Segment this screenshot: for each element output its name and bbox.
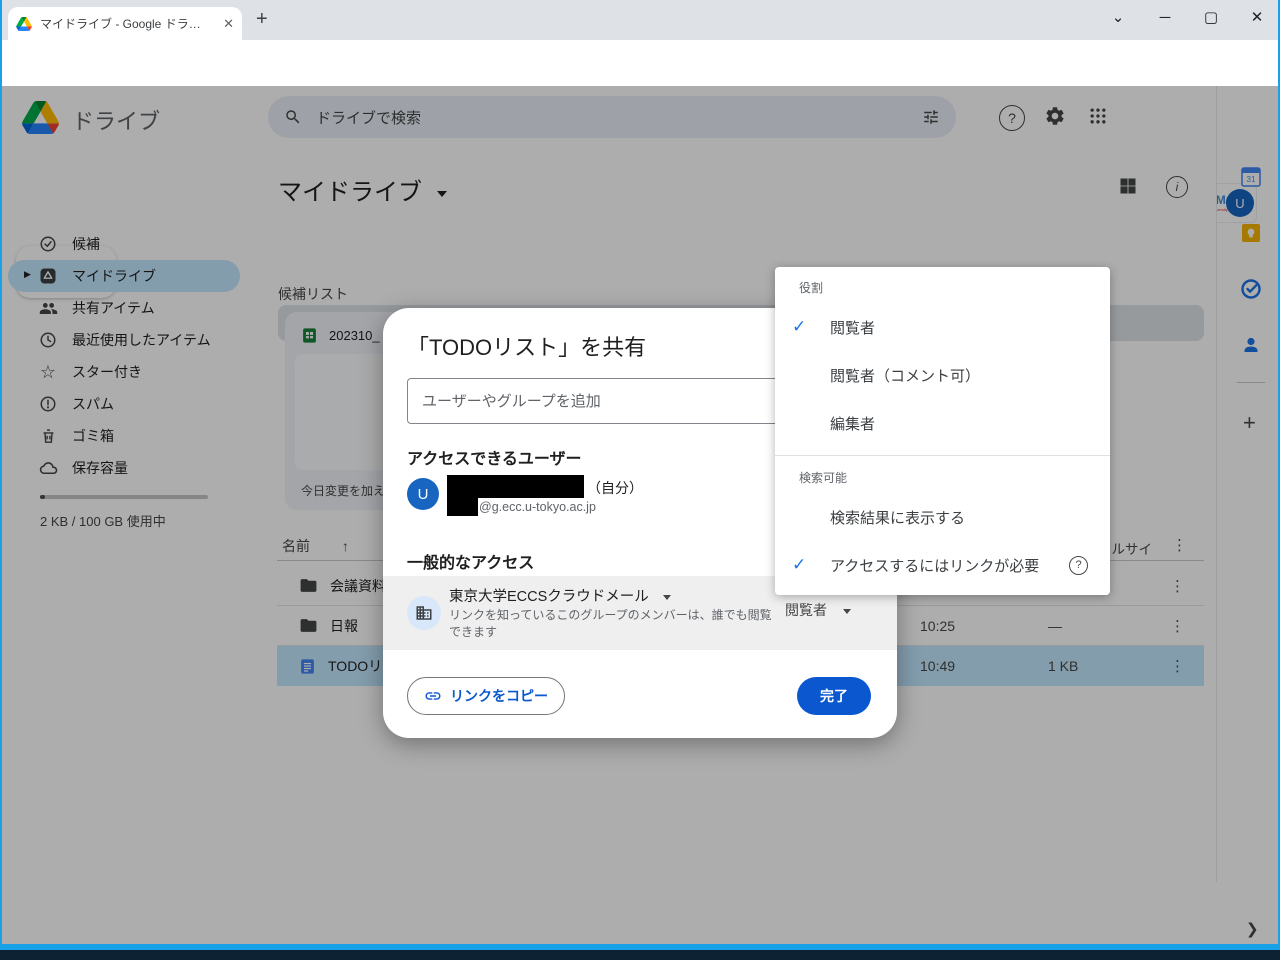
check-icon: ✓ bbox=[792, 317, 812, 337]
tab-close-icon[interactable]: ✕ bbox=[223, 16, 234, 32]
copy-link-button[interactable]: リンクをコピー bbox=[407, 677, 565, 715]
search-section-label: 検索可能 bbox=[799, 469, 847, 486]
role-selector[interactable]: 閲覧者 bbox=[785, 600, 851, 620]
help-icon[interactable]: ? bbox=[1069, 556, 1088, 575]
chevron-down-icon bbox=[843, 609, 851, 614]
role-dropdown-menu: 役割 ✓ 閲覧者 閲覧者（コメント可） 編集者 検索可能 検索結果に表示する ✓… bbox=[775, 267, 1110, 595]
new-tab-button[interactable]: + bbox=[256, 8, 268, 31]
tab-search-chevron-icon[interactable]: ⌄ bbox=[1103, 4, 1133, 30]
owner-self-label: （自分） bbox=[587, 478, 643, 498]
done-button[interactable]: 完了 bbox=[797, 677, 871, 715]
owner-email-domain: @g.ecc.u-tokyo.ac.jp bbox=[479, 500, 596, 514]
taskbar-edge bbox=[0, 950, 1280, 960]
owner-avatar: U bbox=[407, 478, 439, 510]
tab-bar: マイドライブ - Google ドライブ ✕ + ⌄ ─ ▢ ✕ bbox=[0, 0, 1280, 40]
general-access-name[interactable]: 東京大学ECCSクラウドメール bbox=[449, 585, 671, 606]
link-icon bbox=[424, 687, 442, 705]
people-with-access-heading: アクセスできるユーザー bbox=[407, 445, 582, 469]
role-section-label: 役割 bbox=[799, 279, 823, 296]
menu-item-show-in-search[interactable]: 検索結果に表示する bbox=[775, 493, 1110, 541]
organization-icon[interactable] bbox=[407, 596, 441, 630]
menu-item-commenter[interactable]: 閲覧者（コメント可） bbox=[775, 351, 1110, 399]
browser-window: マイドライブ - Google ドライブ ✕ + ⌄ ─ ▢ ✕ ← → ⟳ d… bbox=[0, 0, 1280, 960]
browser-toolbar: ← → ⟳ drive.google.com/drive/my-drive ☆ … bbox=[0, 40, 1280, 87]
window-maximize-button[interactable]: ▢ bbox=[1196, 4, 1226, 30]
check-icon: ✓ bbox=[792, 555, 812, 575]
dialog-title: 「TODOリスト」を共有 bbox=[407, 330, 646, 362]
redacted-owner-name bbox=[447, 475, 584, 498]
menu-item-editor[interactable]: 編集者 bbox=[775, 399, 1110, 447]
tab-title: マイドライブ - Google ドライブ bbox=[40, 15, 208, 32]
chevron-down-icon[interactable] bbox=[663, 595, 671, 600]
browser-tab[interactable]: マイドライブ - Google ドライブ ✕ bbox=[8, 7, 242, 40]
menu-divider bbox=[775, 455, 1110, 456]
menu-item-link-required[interactable]: ✓ アクセスするにはリンクが必要 ? bbox=[775, 541, 1110, 589]
window-frame-left bbox=[0, 0, 2, 960]
general-access-heading: 一般的なアクセス bbox=[407, 549, 534, 573]
window-minimize-button[interactable]: ─ bbox=[1150, 4, 1180, 30]
general-access-description: リンクを知っているこのグループのメンバーは、誰でも閲覧できます bbox=[449, 607, 781, 640]
window-close-button[interactable]: ✕ bbox=[1242, 4, 1272, 30]
menu-item-viewer[interactable]: ✓ 閲覧者 bbox=[775, 303, 1110, 351]
redacted-owner-email bbox=[447, 498, 478, 516]
drive-favicon-icon bbox=[16, 17, 32, 31]
